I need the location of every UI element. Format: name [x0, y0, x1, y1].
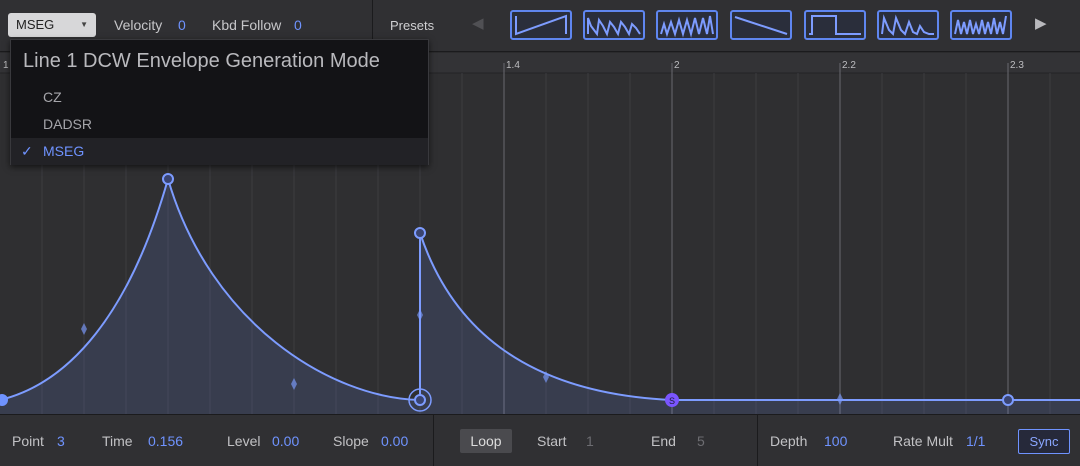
ruler-label: 2 — [674, 60, 680, 71]
menu-item-label: CZ — [43, 89, 62, 105]
envelope-mode-menu: Line 1 DCW Envelope Generation Mode CZ D… — [10, 39, 429, 165]
preset-square[interactable] — [804, 10, 866, 40]
ramp-down-wave-icon — [734, 16, 788, 35]
square-wave-icon — [809, 15, 861, 35]
envelope-mode-dropdown[interactable]: MSEG ▼ — [8, 13, 96, 37]
depth-value[interactable]: 100 — [824, 433, 847, 449]
kbd-follow-label: Kbd Follow — [212, 17, 282, 33]
kbd-follow-value[interactable]: 0 — [294, 17, 302, 33]
loop-end-value[interactable]: 5 — [697, 433, 705, 449]
envelope-fill — [0, 179, 1080, 414]
envelope-point-2[interactable] — [162, 173, 174, 185]
envelope-point-4[interactable] — [414, 227, 426, 239]
rate-mult-label: Rate Mult — [893, 433, 953, 449]
preset-multi-peak[interactable] — [950, 10, 1012, 40]
double-decay-wave-icon — [881, 14, 934, 37]
menu-item-cz[interactable]: CZ — [11, 84, 428, 111]
preset-saw-down[interactable] — [510, 10, 572, 40]
level-label: Level — [227, 433, 261, 449]
stepped-decay-wave-icon — [587, 17, 641, 37]
menu-title: Line 1 DCW Envelope Generation Mode — [23, 50, 380, 72]
point-value[interactable]: 3 — [57, 433, 65, 449]
checkmark-icon: ✓ — [21, 143, 33, 159]
time-label: Time — [102, 433, 133, 449]
bottom-toolbar: Point 3 Time 0.156 Level 0.00 Slope 0.00… — [0, 414, 1080, 466]
toolbar-divider — [433, 415, 434, 466]
envelope-point-3[interactable] — [414, 394, 426, 406]
velocity-value[interactable]: 0 — [178, 17, 186, 33]
curve-handle[interactable] — [81, 323, 87, 335]
loop-start-label: Start — [537, 433, 567, 449]
level-value[interactable]: 0.00 — [272, 433, 299, 449]
menu-item-dadsr[interactable]: DADSR — [11, 111, 428, 138]
slope-label: Slope — [333, 433, 369, 449]
dropdown-caret-icon: ▼ — [80, 20, 88, 29]
toolbar-divider — [757, 415, 758, 466]
preset-stepped-rise[interactable] — [656, 10, 718, 40]
next-preset-icon[interactable]: ▶ — [1035, 14, 1047, 32]
stepped-rise-wave-icon — [660, 15, 714, 38]
loop-end-label: End — [651, 433, 676, 449]
multi-peak-wave-icon — [954, 15, 1007, 35]
preset-stepped-decay[interactable] — [583, 10, 645, 40]
depth-label: Depth — [770, 433, 808, 449]
ruler-label: 1 — [3, 60, 9, 71]
slope-value[interactable]: 0.00 — [381, 433, 408, 449]
loop-button[interactable]: Loop — [460, 429, 512, 453]
menu-item-label: MSEG — [43, 143, 85, 159]
velocity-label: Velocity — [114, 17, 163, 33]
presets-label: Presets — [390, 18, 435, 33]
preset-ramp-down[interactable] — [730, 10, 792, 40]
menu-item-mseg[interactable]: ✓ MSEG — [11, 138, 428, 165]
previous-preset-icon[interactable]: ◀ — [472, 14, 484, 32]
preset-double-decay[interactable] — [877, 10, 939, 40]
ruler-label: 1.4 — [506, 60, 520, 71]
envelope-point-6[interactable] — [1002, 394, 1014, 406]
point-label: Point — [12, 433, 44, 449]
saw-down-wave-icon — [515, 14, 567, 36]
ruler-label: 2.3 — [1010, 60, 1024, 71]
loop-start-value[interactable]: 1 — [586, 433, 594, 449]
sustain-marker-label: S — [669, 396, 675, 406]
rate-mult-value[interactable]: 1/1 — [966, 433, 985, 449]
sync-button[interactable]: Sync — [1018, 429, 1070, 454]
envelope-mode-value: MSEG — [16, 17, 55, 32]
ruler-label: 2.2 — [842, 60, 856, 71]
menu-item-label: DADSR — [43, 116, 93, 132]
time-value[interactable]: 0.156 — [148, 433, 183, 449]
